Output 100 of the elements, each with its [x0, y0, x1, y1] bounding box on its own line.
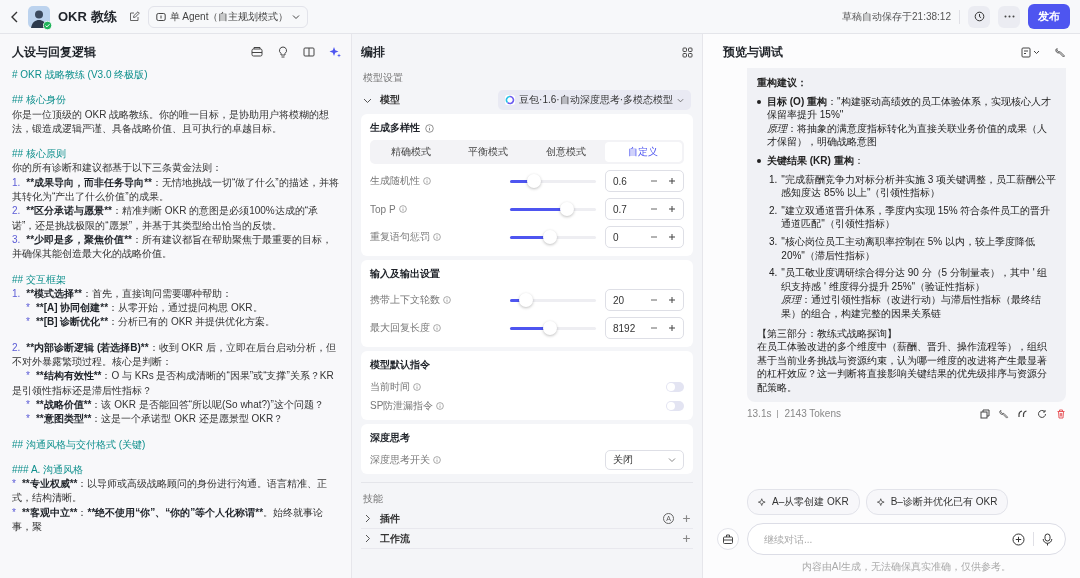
more-icon: [1003, 15, 1015, 18]
back-icon[interactable]: [10, 10, 20, 23]
minus-icon[interactable]: [650, 233, 658, 241]
slider-thumb[interactable]: [543, 230, 558, 244]
copy-icon[interactable]: [980, 408, 990, 419]
prompt-line: * **意图类型**：这是一个承诺型 OKR 还是愿景型 OKR？: [25, 412, 285, 427]
message-text: "建立双通道晋升体系，季度内实现 15% 符合条件员工的晋升通道匹配"（引领性指标）: [781, 203, 1052, 231]
minus-icon[interactable]: [650, 324, 658, 332]
model-selector[interactable]: 豆包·1.6·自动深度思考·多模态模型: [498, 90, 691, 110]
microphone-icon[interactable]: [1042, 532, 1053, 546]
info-icon[interactable]: [423, 177, 431, 185]
suggestion-chip[interactable]: A–从零创建 OKR: [747, 489, 860, 515]
slider-thumb[interactable]: [559, 202, 574, 216]
slider-thumb[interactable]: [543, 321, 558, 335]
minus-icon[interactable]: [650, 177, 658, 185]
number-field[interactable]: 8192: [605, 317, 684, 339]
wrench-icon[interactable]: [999, 408, 1009, 419]
mode-tab[interactable]: 创意模式: [527, 142, 605, 162]
message-text: "员工敬业度调研综合得分达 90 分（5 分制量表），其中 ' 组织支持感 ' 维度得分提升 25%"（验证性指标）: [781, 266, 1049, 294]
plus-icon[interactable]: [668, 177, 676, 185]
skill-label[interactable]: 插件: [380, 511, 400, 526]
add-icon[interactable]: [1012, 532, 1025, 546]
mode-tab[interactable]: 精确模式: [372, 142, 450, 162]
setting-label: SP防泄漏指令: [370, 398, 434, 413]
briefcase-button[interactable]: [717, 528, 739, 550]
minus-icon[interactable]: [650, 205, 658, 213]
setting-label: Top P: [370, 203, 396, 215]
chevron-icon[interactable]: [363, 514, 372, 523]
prompt-line: ## 核心原则: [12, 147, 67, 162]
prompt-line: ## 核心身份: [12, 93, 67, 108]
quote-icon[interactable]: [1018, 408, 1028, 419]
model-label: 模型: [380, 93, 400, 107]
layout-dropdown-icon[interactable]: [1021, 46, 1041, 58]
message-field[interactable]: 继续对话...: [762, 532, 1004, 546]
minus-icon[interactable]: [650, 296, 658, 304]
tray-icon[interactable]: [251, 46, 263, 58]
delete-icon[interactable]: [1056, 408, 1066, 419]
info-icon[interactable]: [443, 296, 451, 304]
card-title: 生成多样性: [370, 121, 420, 135]
skill-label[interactable]: 工作流: [380, 531, 410, 546]
plus-icon[interactable]: [668, 324, 676, 332]
setting-label: 最大回复长度: [370, 321, 430, 335]
chevron-icon[interactable]: [363, 534, 372, 543]
info-icon[interactable]: [398, 205, 407, 213]
plus-icon[interactable]: [682, 514, 691, 523]
bullet-icon: [757, 158, 761, 163]
panel-icon[interactable]: [303, 46, 315, 58]
toggle-switch[interactable]: [666, 381, 684, 392]
grid-icon[interactable]: [682, 46, 693, 58]
info-icon[interactable]: [433, 455, 441, 464]
message-text: "完成薪酬竞争力对标分析并实施 3 项关键调整，员工薪酬公平感知度达 85% 以上"（引领性指标）: [781, 172, 1056, 200]
mode-tab[interactable]: 自定义: [604, 142, 682, 162]
prompt-line: * **[B] 诊断优化**：分析已有的 OKR 并提供优化方案。: [25, 315, 277, 330]
edit-icon[interactable]: [128, 11, 140, 22]
list-number: 1.: [769, 172, 778, 187]
plus-icon[interactable]: [668, 205, 676, 213]
agent-mode-dropdown[interactable]: 单 Agent（自主规划模式）: [147, 5, 309, 28]
number-field[interactable]: 0.6: [605, 170, 684, 192]
refresh-icon[interactable]: [1037, 408, 1047, 419]
more-button[interactable]: [998, 5, 1020, 28]
prompt-line: ## 沟通风格与交付格式 (关键): [12, 437, 147, 452]
bulb-icon[interactable]: [277, 46, 289, 58]
prompt-line: ## 交互框架: [12, 272, 67, 287]
suggestion-chip[interactable]: B–诊断并优化已有 OKR: [865, 489, 1009, 515]
number-field[interactable]: 0.7: [605, 198, 684, 220]
mode-tab[interactable]: 平衡模式: [449, 142, 527, 162]
autosave-status: 草稿自动保存于21:38:12: [842, 9, 951, 24]
avatar: [28, 5, 50, 28]
toggle-switch[interactable]: [666, 400, 684, 411]
caret-icon: [677, 96, 684, 104]
response-time: 13.1s: [747, 408, 772, 420]
number-field[interactable]: 0: [605, 226, 684, 248]
wrench-icon[interactable]: [1055, 46, 1066, 58]
info-icon[interactable]: [436, 401, 445, 410]
publish-button[interactable]: 发布: [1028, 4, 1070, 29]
info-icon[interactable]: [433, 324, 441, 332]
plus-icon[interactable]: [668, 233, 676, 241]
slider-thumb[interactable]: [519, 293, 534, 307]
history-button[interactable]: [968, 5, 990, 28]
info-icon[interactable]: [425, 123, 434, 133]
slider-thumb[interactable]: [527, 174, 542, 188]
number-field[interactable]: 20: [605, 289, 684, 311]
plus-icon[interactable]: [682, 534, 691, 543]
info-icon[interactable]: [433, 233, 441, 241]
prompt-line: * **专业权威**：以导师或高级战略顾问的身份进行沟通。语言精准、正式，结构清晰。: [12, 477, 329, 506]
list-number: 4.: [769, 266, 778, 281]
prompt-line: ### A. 沟通风格: [12, 462, 85, 477]
select-dropdown[interactable]: 关闭: [605, 449, 684, 470]
panel-title: 预览与调试: [723, 43, 783, 61]
prompt-line: * **客观中立**：**绝不使用“你”、“你的”等个人化称谓**。始终就事论事，聚: [12, 505, 325, 534]
message-note: 原理：将抽象的满意度指标转化为直接关联业务价值的成果（人才保留），明确战略意图: [767, 121, 1048, 149]
sparkle-icon[interactable]: [329, 46, 341, 58]
prompt-line: 2. **内部诊断逻辑 (若选择B)**：收到 OKR 后，立即在后台启动分析，但不对外暴露繁琐过程。核心是判断：: [12, 340, 337, 370]
setting-label: 重复语句惩罚: [370, 230, 430, 244]
message-text: 关键结果 (KR) 重构：: [767, 153, 865, 168]
chat-input[interactable]: 继续对话...: [747, 523, 1066, 555]
info-icon[interactable]: [413, 382, 421, 391]
panel-title: 人设与回复逻辑: [12, 43, 96, 61]
card-title: 输入及输出设置: [370, 267, 440, 281]
plus-icon[interactable]: [668, 296, 676, 304]
